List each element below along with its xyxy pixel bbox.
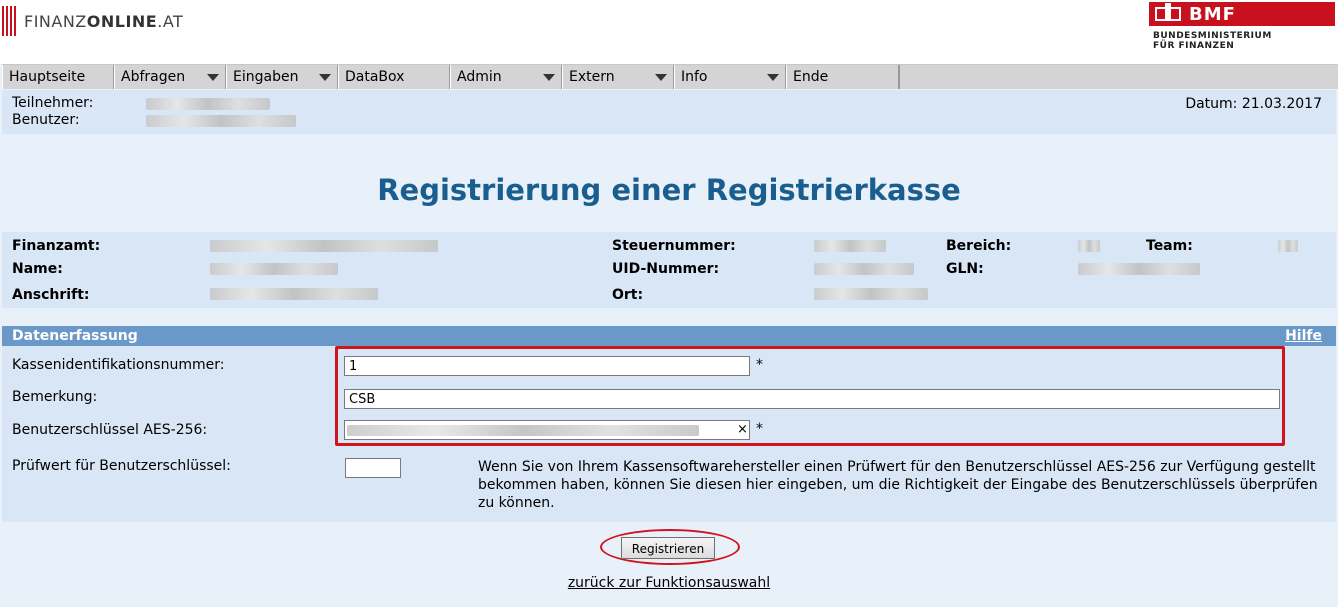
team-value-redacted: [1278, 240, 1298, 252]
finanzamt-label: Finanzamt:: [12, 238, 101, 254]
uid-value-redacted: [814, 263, 914, 275]
gln-label: GLN:: [946, 261, 984, 277]
benutzer-label: Benutzer:: [12, 112, 80, 128]
ort-value-redacted: [814, 288, 928, 300]
name-label: Name:: [12, 261, 63, 277]
help-link[interactable]: Hilfe: [1285, 328, 1322, 344]
user-bar: Teilnehmer: Benutzer: Datum: 21.03.2017: [2, 90, 1336, 134]
main-menu: Hauptseite Abfragen Eingaben DataBox Adm…: [2, 65, 900, 89]
benutzer-value-redacted: [146, 115, 296, 127]
anschrift-value-redacted: [210, 288, 378, 300]
bmf-logo[interactable]: BMF BUNDESMINISTERIUM FÜR FINANZEN: [1149, 2, 1335, 51]
pruefwert-label: Prüfwert für Benutzerschlüssel:: [12, 458, 231, 474]
name-value-redacted: [210, 263, 338, 275]
teilnehmer-label: Teilnehmer:: [12, 95, 94, 111]
uid-label: UID-Nummer:: [612, 261, 720, 277]
bereich-label: Bereich:: [946, 238, 1012, 254]
kassen-id-label: Kassenidentifikationsnummer:: [12, 357, 225, 373]
chevron-down-icon: [767, 73, 779, 81]
bmf-title: BMF: [1189, 3, 1236, 25]
gln-value-redacted: [1078, 263, 1200, 275]
section-title: Datenerfassung: [12, 328, 138, 344]
bemerkung-label: Bemerkung:: [12, 389, 98, 405]
pruefwert-input[interactable]: [345, 458, 401, 478]
eagle-icon: [1155, 3, 1181, 21]
team-label: Team:: [1146, 238, 1193, 254]
date-display: Datum: 21.03.2017: [1185, 96, 1322, 112]
chevron-down-icon: [319, 73, 331, 81]
register-button[interactable]: Registrieren: [621, 537, 715, 559]
menu-item-hauptseite[interactable]: Hauptseite: [2, 65, 114, 89]
taxpayer-info: Finanzamt: Name: Anschrift: Steuernummer…: [2, 232, 1336, 308]
steuernummer-value-redacted: [814, 240, 886, 252]
site-header: FINANZONLINE.AT BMF BUNDESMINISTERIUM FÜ…: [0, 0, 1338, 64]
anschrift-label: Anschrift:: [12, 287, 90, 303]
chevron-down-icon: [207, 73, 219, 81]
menu-item-ende[interactable]: Ende: [786, 65, 899, 89]
finanzamt-value-redacted: [210, 240, 438, 252]
chevron-down-icon: [543, 73, 555, 81]
menu-item-info[interactable]: Info: [674, 65, 786, 89]
form-section-header: Datenerfassung Hilfe: [2, 326, 1336, 346]
bmf-subtitle: BUNDESMINISTERIUM FÜR FINANZEN: [1153, 31, 1272, 51]
finanzonline-logo[interactable]: FINANZONLINE.AT: [2, 6, 183, 36]
menu-item-admin[interactable]: Admin: [450, 65, 562, 89]
back-to-functions-link[interactable]: zurück zur Funktionsauswahl: [0, 575, 1338, 591]
menu-item-eingaben[interactable]: Eingaben: [226, 65, 338, 89]
menu-item-databox[interactable]: DataBox: [338, 65, 450, 89]
page-title: Registrierung einer Registrierkasse: [377, 173, 961, 207]
menu-item-abfragen[interactable]: Abfragen: [114, 65, 226, 89]
logo-text: FINANZONLINE.AT: [24, 11, 184, 31]
pruefwert-hint: Wenn Sie von Ihrem Kassensoftwareherstel…: [478, 459, 1318, 511]
aes-key-label: Benutzerschlüssel AES-256:: [12, 422, 208, 438]
logo-bars-icon: [2, 6, 16, 36]
menu-bar: Hauptseite Abfragen Eingaben DataBox Adm…: [2, 64, 1338, 89]
teilnehmer-value-redacted: [146, 98, 270, 110]
bereich-value-redacted: [1078, 240, 1100, 252]
highlight-annotation: [335, 346, 1285, 446]
chevron-down-icon: [655, 73, 667, 81]
menu-item-extern[interactable]: Extern: [562, 65, 674, 89]
ort-label: Ort:: [612, 287, 644, 303]
steuernummer-label: Steuernummer:: [612, 238, 736, 254]
